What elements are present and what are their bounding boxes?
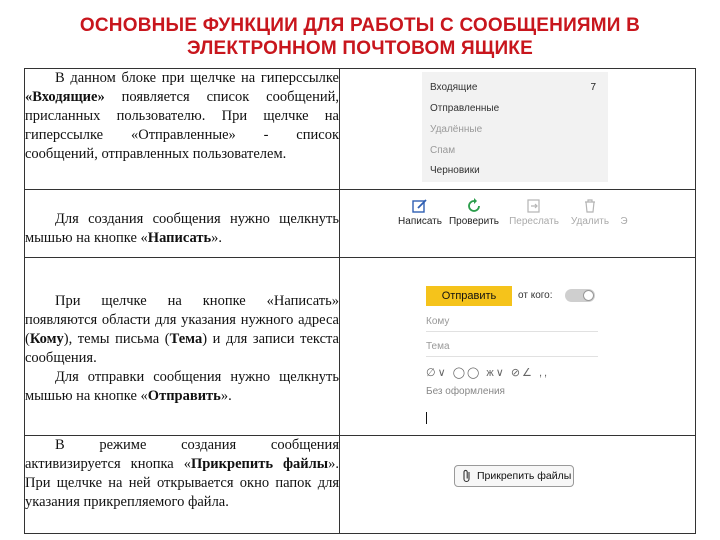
table-row: При щелчке на кнопке «Написать» появляют…	[24, 257, 696, 436]
divider	[426, 356, 598, 357]
from-toggle[interactable]	[565, 289, 595, 302]
forward-button[interactable]: Переслать	[506, 198, 562, 227]
text-cursor	[426, 412, 427, 424]
mail-folder-list: Входящие 7 Отправленные Удалённые Спам Ч…	[422, 72, 608, 182]
page-title: ОСНОВНЫЕ ФУНКЦИИ ДЛЯ РАБОТЫ С СООБЩЕНИЯМ…	[60, 14, 660, 60]
table-row: В данном блоке при щелчке на гиперссылке…	[24, 68, 696, 190]
forward-icon	[527, 199, 540, 213]
format-toolbar[interactable]: ∅∨ ◯◯ ж∨ ⊘∠ ,,	[426, 366, 549, 379]
table-row: Для создания сообщения нужно щелкнуть мы…	[24, 189, 696, 258]
send-button[interactable]: Отправить	[426, 286, 512, 306]
from-label: от кого:	[518, 290, 553, 301]
compose-form: Отправить от кого: Кому Тема ∅∨ ◯◯ ж∨ ⊘∠…	[426, 258, 626, 433]
refresh-icon	[468, 198, 480, 212]
row4-screenshot: Прикрепить файлы	[339, 435, 696, 534]
functions-table: В данном блоке при щелчке на гиперссылке…	[24, 68, 696, 534]
delete-button[interactable]: Удалить	[566, 198, 614, 227]
inbox-count: 7	[590, 82, 596, 93]
folder-sent[interactable]: Отправленные	[430, 103, 499, 114]
no-format-option[interactable]: Без оформления	[426, 386, 505, 397]
title-line-1: ОСНОВНЫЕ ФУНКЦИИ ДЛЯ РАБОТЫ С СООБЩЕНИЯМ…	[79, 15, 641, 36]
folder-deleted[interactable]: Удалённые	[430, 124, 482, 135]
to-field[interactable]: Кому	[426, 316, 449, 327]
folder-inbox[interactable]: Входящие	[430, 82, 477, 93]
more-button[interactable]: Э	[618, 216, 630, 227]
row4-text: В режиме создания сообщения активизирует…	[24, 435, 340, 534]
attach-files-button[interactable]: Прикрепить файлы	[454, 465, 574, 487]
title-line-2: ЭЛЕКТРОННОМ ПОЧТОВОМ ЯЩИКЕ	[187, 38, 533, 59]
subject-field[interactable]: Тема	[426, 341, 450, 352]
row3-text: При щелчке на кнопке «Написать» появляют…	[24, 257, 340, 436]
paperclip-icon	[463, 469, 470, 483]
folder-spam[interactable]: Спам	[430, 145, 455, 156]
row3-screenshot: Отправить от кого: Кому Тема ∅∨ ◯◯ ж∨ ⊘∠…	[339, 257, 696, 436]
table-row: В режиме создания сообщения активизирует…	[24, 435, 696, 534]
mail-toolbar: Написать Проверить Переслать Удалить Э	[396, 190, 636, 240]
row2-text: Для создания сообщения нужно щелкнуть мы…	[24, 189, 340, 258]
row2-screenshot: Написать Проверить Переслать Удалить Э	[339, 189, 696, 258]
divider	[426, 331, 598, 332]
folder-drafts[interactable]: Черновики	[430, 165, 480, 176]
write-button[interactable]: Написать	[396, 198, 444, 227]
check-mail-button[interactable]: Проверить	[448, 198, 500, 227]
trash-icon	[585, 199, 595, 213]
pencil-icon	[412, 199, 427, 213]
row1-text: В данном блоке при щелчке на гиперссылке…	[24, 68, 340, 190]
row1-screenshot: Входящие 7 Отправленные Удалённые Спам Ч…	[339, 68, 696, 190]
